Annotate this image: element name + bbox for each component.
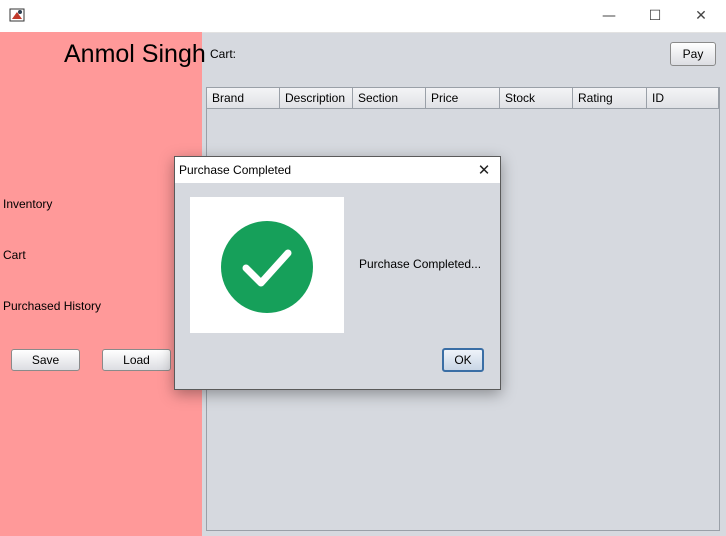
column-header-price[interactable]: Price [426, 88, 500, 109]
table-header: Brand Description Section Price Stock Ra… [207, 88, 719, 109]
user-name-heading: Anmol Singh [64, 40, 206, 68]
window-titlebar: — ☐ ✕ [0, 0, 726, 33]
column-header-description[interactable]: Description [280, 88, 353, 109]
dialog-message: Purchase Completed... [359, 257, 482, 271]
column-header-section[interactable]: Section [353, 88, 426, 109]
ok-button[interactable]: OK [442, 348, 484, 372]
sidebar-item-inventory[interactable]: Inventory [3, 197, 52, 211]
column-header-brand[interactable]: Brand [207, 88, 280, 109]
minimize-button[interactable]: — [586, 0, 632, 32]
sidebar-item-cart[interactable]: Cart [3, 248, 26, 262]
save-button[interactable]: Save [11, 349, 80, 371]
check-circle-icon [221, 221, 313, 313]
dialog-titlebar: Purchase Completed ✕ [175, 157, 500, 183]
maximize-button[interactable]: ☐ [632, 0, 678, 32]
dialog-close-button[interactable]: ✕ [474, 160, 494, 180]
java-app-icon [9, 8, 25, 22]
column-header-id[interactable]: ID [647, 88, 719, 109]
column-header-stock[interactable]: Stock [500, 88, 573, 109]
cart-label: Cart: [210, 47, 237, 61]
check-image-panel [190, 197, 344, 333]
purchase-completed-dialog: Purchase Completed ✕ Purchase Completed.… [174, 156, 501, 390]
column-header-rating[interactable]: Rating [573, 88, 647, 109]
pay-button[interactable]: Pay [670, 42, 716, 66]
close-window-button[interactable]: ✕ [678, 0, 724, 32]
dialog-title: Purchase Completed [179, 163, 292, 177]
sidebar-item-purchased-history[interactable]: Purchased History [3, 299, 101, 313]
load-button[interactable]: Load [102, 349, 171, 371]
sidebar [0, 32, 202, 536]
